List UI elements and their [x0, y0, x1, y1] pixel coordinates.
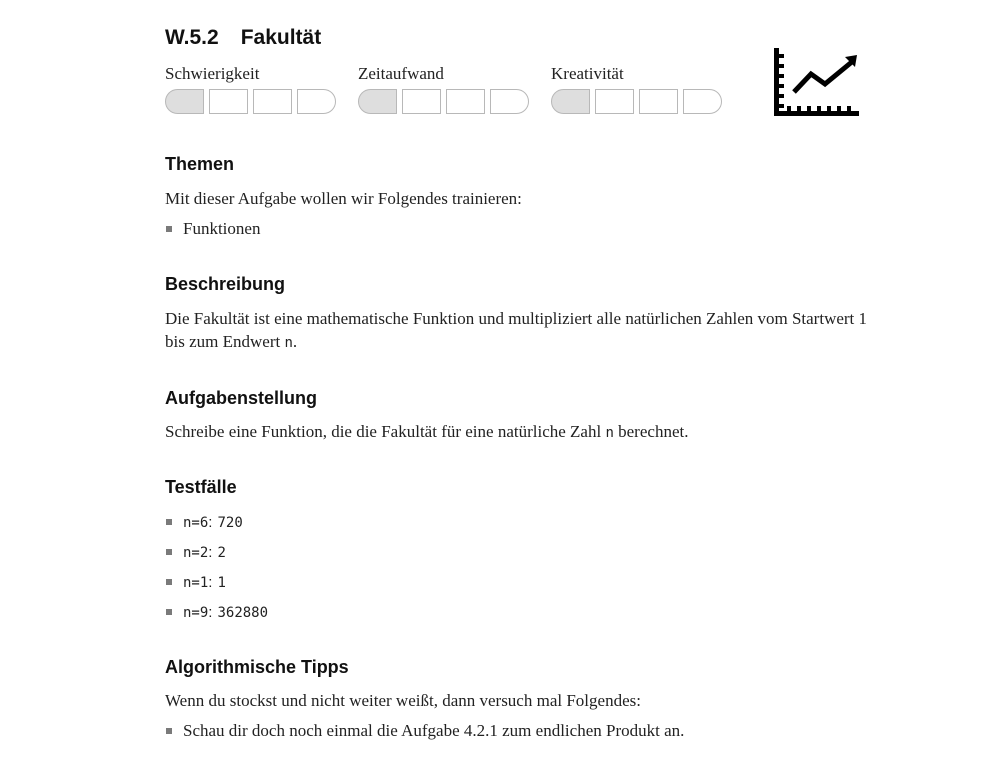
text-span: berechnet. — [613, 422, 689, 441]
testcase-item: n=2: 2 — [165, 540, 268, 570]
meter-segment-empty — [297, 89, 336, 114]
testcase-item: n=1: 1 — [165, 570, 268, 600]
meter-segment-empty — [209, 89, 248, 114]
testcase-output: 720 — [217, 515, 243, 531]
testcase-list: n=6: 720 n=2: 2 n=1: 1 n=9: 362880 — [165, 510, 268, 630]
text-span: Die Fakultät ist eine mathematische Funk… — [165, 309, 868, 351]
meter-label: Zeitaufwand — [358, 64, 444, 83]
testcase-input: n=1 — [183, 575, 209, 591]
meter-segment-empty — [683, 89, 722, 114]
beschreibung-text: Die Fakultät ist eine mathematische Funk… — [165, 307, 880, 355]
meter-segment-filled — [165, 89, 204, 114]
exercise-number: W.5.2 — [165, 26, 219, 49]
meter-segment-empty — [639, 89, 678, 114]
difficulty-meter: Schwierigkeit — [165, 64, 343, 114]
testcase-separator: : — [208, 604, 213, 621]
themen-intro: Mit dieser Aufgabe wollen wir Folgendes … — [165, 189, 522, 208]
meter-boxes — [551, 89, 722, 114]
testcase-output: 1 — [217, 575, 226, 591]
testcase-input: n=2 — [183, 545, 209, 561]
testcase-separator: : — [208, 544, 213, 561]
text-span: . — [292, 332, 298, 351]
creativity-meter: Kreativität — [551, 64, 729, 114]
meter-segment-filled — [551, 89, 590, 114]
section-heading-aufgabenstellung: Aufgabenstellung — [165, 388, 317, 408]
meter-segment-filled — [358, 89, 397, 114]
line-chart-icon — [774, 48, 859, 116]
testcase-separator: : — [208, 574, 213, 591]
meter-boxes — [165, 89, 336, 114]
meter-label: Kreativität — [551, 64, 624, 83]
testcase-input: n=6 — [183, 515, 209, 531]
meter-segment-empty — [595, 89, 634, 114]
testcase-item: n=6: 720 — [165, 510, 268, 540]
tipps-intro: Wenn du stockst und nicht weiter weißt, … — [165, 691, 641, 710]
section-heading-beschreibung: Beschreibung — [165, 274, 286, 294]
meter-boxes — [358, 89, 529, 114]
meter-label: Schwierigkeit — [165, 64, 260, 83]
meter-segment-empty — [490, 89, 529, 114]
list-item: Schau dir doch noch einmal die Aufgabe 4… — [165, 719, 684, 749]
time-meter: Zeitaufwand — [358, 64, 536, 114]
testcase-item: n=9: 362880 — [165, 600, 268, 630]
aufgabenstellung-text: Schreibe eine Funktion, die die Fakultät… — [165, 420, 880, 445]
testcase-output: 362880 — [217, 605, 269, 621]
exercise-name: Fakultät — [240, 26, 322, 49]
list-item: Funktionen — [165, 217, 260, 247]
meter-segment-empty — [402, 89, 441, 114]
code-variable: n — [605, 425, 614, 441]
section-heading-testfaelle: Testfälle — [165, 477, 237, 497]
testcase-separator: : — [208, 514, 213, 531]
themen-list: Funktionen — [165, 217, 260, 247]
meter-segment-empty — [446, 89, 485, 114]
text-span: Schreibe eine Funktion, die die Fakultät… — [165, 422, 606, 441]
tipps-list: Schau dir doch noch einmal die Aufgabe 4… — [165, 719, 684, 749]
testcase-input: n=9 — [183, 605, 209, 621]
exercise-title: W.5.2 Fakultät — [165, 26, 321, 50]
meter-segment-empty — [253, 89, 292, 114]
testcase-output: 2 — [217, 545, 226, 561]
rating-meters: Schwierigkeit Zeitaufwand Kreativität — [165, 64, 765, 120]
section-heading-tipps: Algorithmische Tipps — [165, 657, 349, 677]
code-variable: n — [284, 335, 293, 351]
section-heading-themen: Themen — [165, 154, 235, 174]
